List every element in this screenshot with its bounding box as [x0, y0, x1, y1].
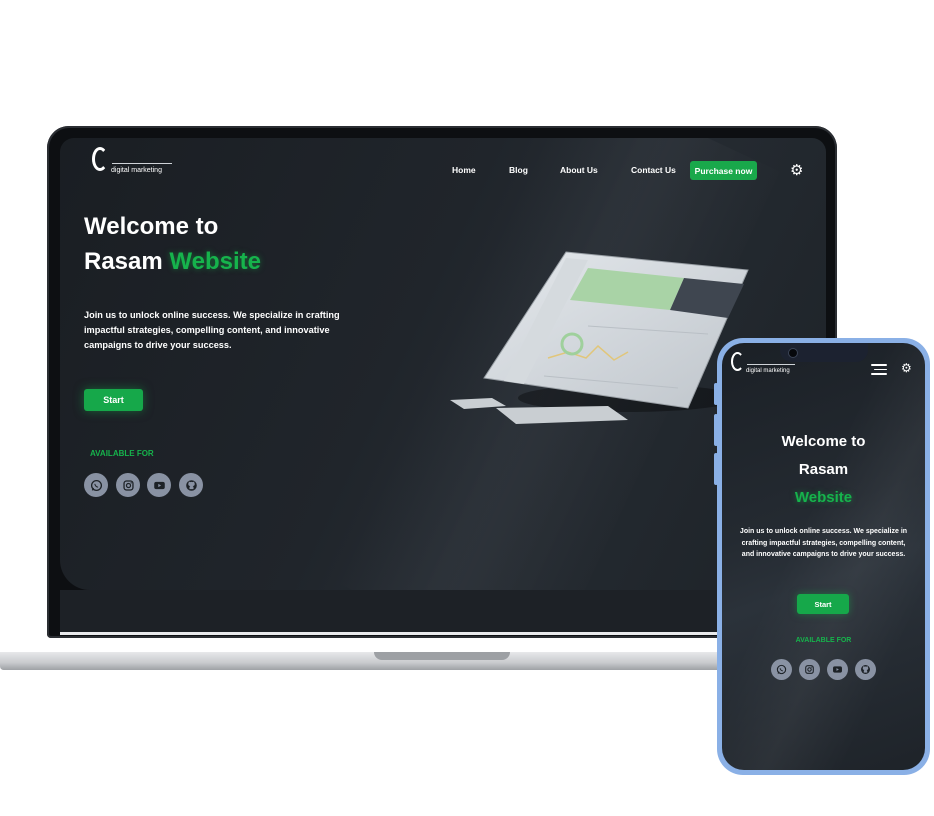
nav-about[interactable]: About Us [560, 165, 598, 175]
hero-title-highlight: Website [169, 248, 261, 275]
dashboard-illustration [448, 248, 758, 438]
hero-title-rasam: Rasam [84, 248, 163, 275]
logo-divider [112, 163, 172, 164]
hero-title-line1: Welcome to [84, 213, 219, 240]
mobile-hero-title-rasam: Rasam [798, 461, 849, 478]
brand-logo[interactable]: digital marketing [92, 147, 182, 179]
purchase-button[interactable]: Purchase now [690, 161, 757, 180]
nav-contact[interactable]: Contact Us [631, 165, 676, 175]
logo-text: digital marketing [111, 167, 162, 174]
mobile-hero-title-line1: Welcome to [781, 433, 866, 450]
youtube-icon[interactable] [827, 659, 848, 680]
nav-home[interactable]: Home [452, 165, 476, 175]
mobile-hero-description: Join us to unlock online success. We spe… [739, 528, 908, 558]
available-for-label: AVAILABLE FOR [90, 449, 154, 458]
start-button[interactable]: Start [84, 389, 143, 411]
mobile-available-for-label: AVAILABLE FOR [795, 637, 852, 644]
gear-icon[interactable]: ⚙ [790, 163, 803, 178]
laptop-hinge-notch [374, 652, 510, 660]
logo-divider [747, 364, 795, 365]
nav-blog[interactable]: Blog [509, 165, 528, 175]
hero-title: Welcome to Rasam Website [84, 209, 261, 279]
instagram-icon[interactable] [116, 473, 140, 497]
mobile-hero-title-highlight: Website [794, 489, 853, 506]
mobile-start-button[interactable]: Start [797, 594, 849, 614]
instagram-icon[interactable] [799, 659, 820, 680]
laptop-screen-divider [60, 632, 826, 635]
hamburger-menu-icon[interactable] [871, 364, 887, 375]
mobile-brand-logo[interactable]: digital marketing [731, 352, 801, 378]
whatsapp-icon[interactable] [84, 473, 108, 497]
mobile-hero-title: Welcome to Rasam Website [722, 428, 925, 512]
github-icon[interactable] [855, 659, 876, 680]
logo-mark-icon [731, 352, 744, 371]
whatsapp-icon[interactable] [771, 659, 792, 680]
youtube-icon[interactable] [147, 473, 171, 497]
gear-icon[interactable]: ⚙ [901, 362, 912, 374]
logo-text: digital marketing [746, 368, 790, 374]
hero-description: Join us to unlock online success. We spe… [84, 310, 340, 350]
logo-mark-icon [92, 147, 108, 171]
hero-title-line2: Rasam Website [84, 244, 261, 279]
laptop-screen-bottom [60, 590, 826, 634]
github-icon[interactable] [179, 473, 203, 497]
